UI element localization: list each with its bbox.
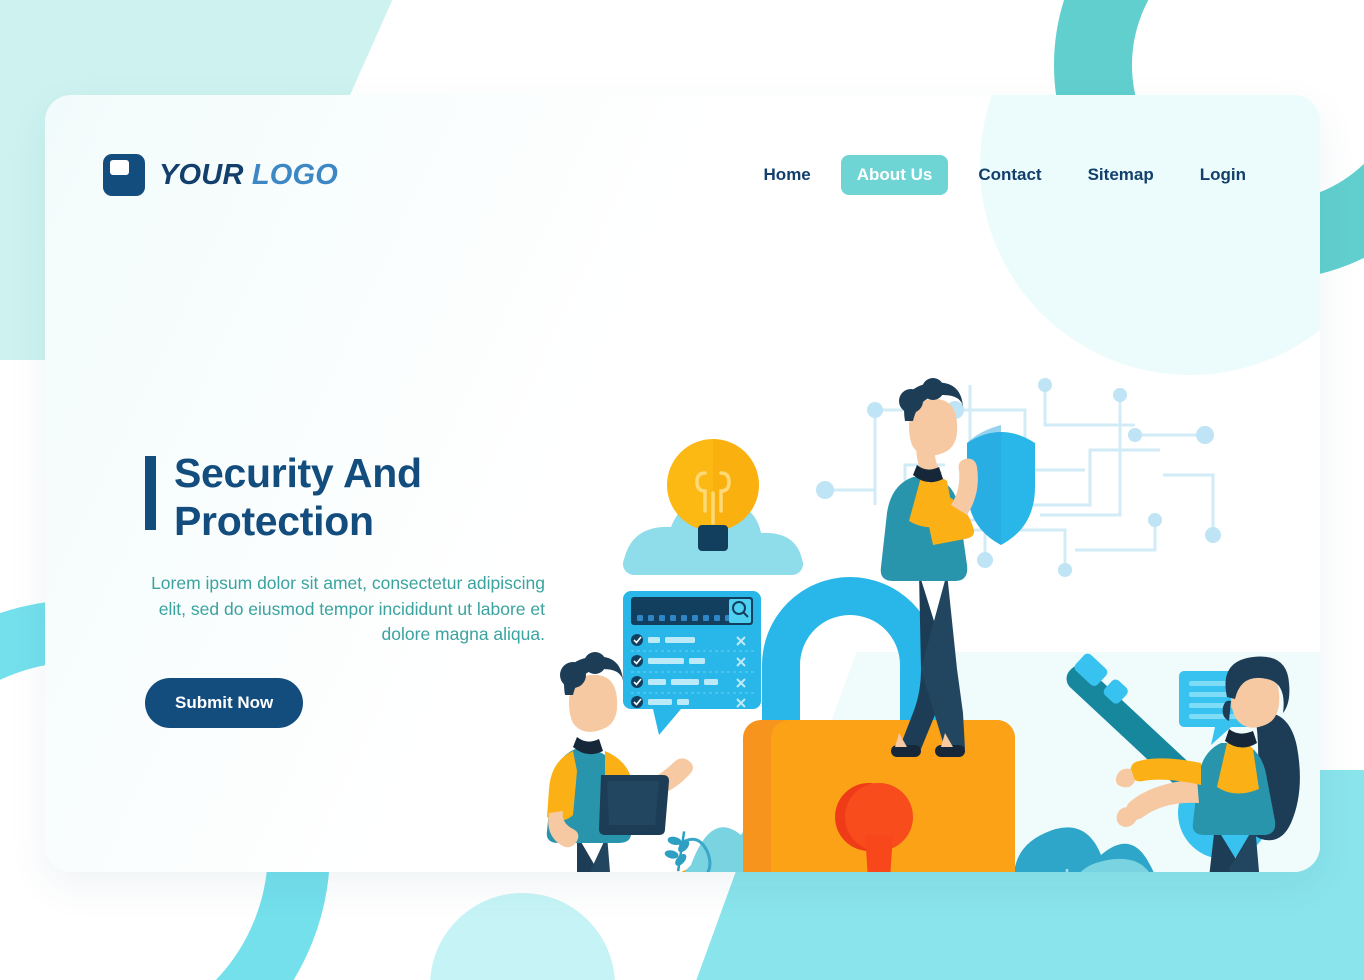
brand-name: YOUR LOGO	[159, 159, 338, 192]
nav-item-login[interactable]: Login	[1184, 155, 1262, 195]
page-title-line1: Security And	[174, 450, 422, 496]
nav-item-contact[interactable]: Contact	[962, 155, 1057, 195]
brand-name-bold: YOUR	[159, 158, 244, 191]
brand-logo[interactable]: YOUR LOGO	[103, 154, 338, 196]
nav-item-home[interactable]: Home	[748, 155, 827, 195]
page-title: Security And Protection	[174, 450, 422, 545]
nav-item-sitemap[interactable]: Sitemap	[1072, 155, 1170, 195]
brand-name-light: LOGO	[251, 158, 339, 191]
hero-section: Security And Protection Lorem ipsum dolo…	[145, 450, 545, 728]
hero-heading-group: Security And Protection	[145, 450, 545, 545]
password-checklist-panel	[623, 591, 761, 735]
hero-subtitle: Lorem ipsum dolor sit amet, consectetur …	[151, 573, 545, 645]
password-dots	[637, 615, 731, 621]
landing-page-card: YOUR LOGO Home About Us Contact Sitemap …	[45, 95, 1320, 872]
padlock-shackle	[762, 577, 938, 725]
site-header: YOUR LOGO Home About Us Contact Sitemap …	[45, 95, 1320, 255]
page-title-line2: Protection	[174, 497, 374, 544]
padlock-icon	[743, 720, 1015, 872]
main-navigation: Home About Us Contact Sitemap Login	[748, 155, 1262, 195]
heading-accent-bar	[145, 456, 156, 530]
pale-circle-bottom-center	[430, 893, 615, 980]
security-and-protection-illustration	[515, 365, 1320, 872]
lightbulb-cloud-icon	[623, 439, 803, 575]
nav-item-about-us[interactable]: About Us	[840, 155, 949, 195]
window-logo-icon	[103, 154, 145, 196]
submit-now-button[interactable]: Submit Now	[145, 677, 304, 728]
